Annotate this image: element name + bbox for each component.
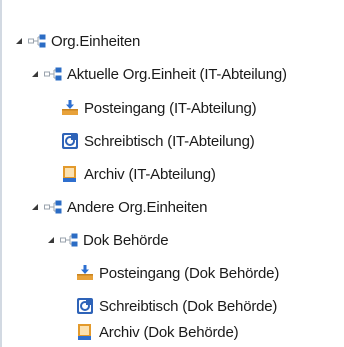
org-unit-icon (44, 65, 62, 83)
inbox-icon (61, 99, 79, 117)
tree-node-label: Archiv (IT-Abteilung) (84, 165, 216, 183)
tree-node-current-org-unit[interactable]: Aktuelle Org.Einheit (IT-Abteilung) (30, 58, 287, 90)
tree-node-label: Posteingang (Dok Behörde) (99, 264, 280, 282)
tree-node-label: Archiv (Dok Behörde) (99, 323, 239, 341)
tree-leaf-desk-it[interactable]: Schreibtisch (IT-Abteilung) (61, 125, 255, 157)
tree-node-label: Aktuelle Org.Einheit (IT-Abteilung) (67, 65, 287, 83)
org-unit-tree: Org.Einheiten Aktuelle Org.Einheit (IT-A… (0, 0, 344, 347)
tree-node-dok-behoerde[interactable]: Dok Behörde (46, 224, 169, 256)
expanded-triangle-icon[interactable] (46, 235, 56, 245)
tree-node-label: Andere Org.Einheiten (67, 198, 208, 216)
desk-icon (76, 297, 94, 315)
expanded-triangle-icon[interactable] (14, 36, 24, 46)
tree-node-label: Dok Behörde (83, 231, 169, 249)
tree-leaf-inbox-it[interactable]: Posteingang (IT-Abteilung) (61, 92, 257, 124)
tree-node-other-org-units[interactable]: Andere Org.Einheiten (30, 191, 207, 223)
tree-leaf-archive-dok[interactable]: Archiv (Dok Behörde) (76, 316, 239, 347)
desk-icon (61, 132, 79, 150)
expanded-triangle-icon[interactable] (30, 202, 40, 212)
org-unit-icon (28, 32, 46, 50)
tree-leaf-inbox-dok[interactable]: Posteingang (Dok Behörde) (76, 257, 279, 289)
tree-node-label: Schreibtisch (Dok Behörde) (99, 297, 278, 315)
tree-node-label: Org.Einheiten (51, 32, 141, 50)
archive-icon (76, 323, 94, 341)
org-unit-icon (44, 198, 62, 216)
tree-node-label: Posteingang (IT-Abteilung) (84, 99, 257, 117)
tree-left-border (0, 0, 2, 347)
tree-leaf-archive-it[interactable]: Archiv (IT-Abteilung) (61, 158, 216, 190)
inbox-icon (76, 264, 94, 282)
tree-node-label: Schreibtisch (IT-Abteilung) (84, 132, 255, 150)
tree-node-org-units[interactable]: Org.Einheiten (14, 25, 140, 57)
archive-icon (61, 165, 79, 183)
org-unit-icon (60, 231, 78, 249)
expanded-triangle-icon[interactable] (30, 69, 40, 79)
